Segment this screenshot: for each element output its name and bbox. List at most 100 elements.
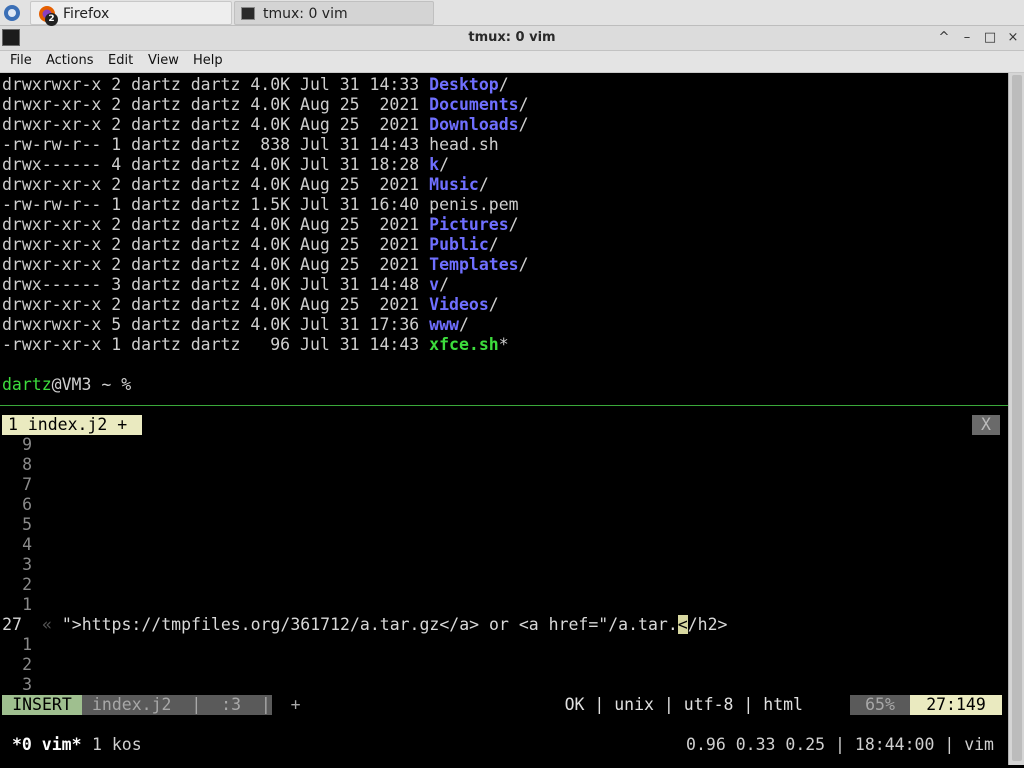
- listing-row-meta: drwxrwxr-x 2 dartz dartz 4.0K Jul 31 14:…: [2, 75, 430, 94]
- vim-scroll-percent: 65%: [850, 695, 910, 715]
- prompt-host-path: @VM3 ~ %: [51, 375, 132, 394]
- vim-file-format: OK | unix | utf-8 | html: [564, 695, 803, 714]
- listing-row-suffix: /: [439, 155, 450, 174]
- wrap-marker: «: [42, 615, 52, 634]
- listing-row-name: Documents: [429, 95, 519, 114]
- listing-row-meta: drwxr-xr-x 2 dartz dartz 4.0K Aug 25 202…: [2, 295, 430, 314]
- listing-row-name: v: [429, 275, 440, 294]
- listing-row: drwxr-xr-x 2 dartz dartz 4.0K Aug 25 202…: [2, 215, 519, 235]
- listing-row-meta: drwxr-xr-x 2 dartz dartz 4.0K Aug 25 202…: [2, 235, 430, 254]
- tmux-pane-divider[interactable]: [0, 405, 1008, 406]
- menu-actions[interactable]: Actions: [46, 53, 94, 68]
- window-titlebar[interactable]: tmux: 0 vim ^ – □ ×: [0, 26, 1024, 51]
- tmux-window-other[interactable]: 1 kos: [92, 735, 142, 755]
- listing-row-meta: drwx------ 3 dartz dartz 4.0K Jul 31 14:…: [2, 275, 430, 294]
- terminal-area[interactable]: drwxrwxr-x 2 dartz dartz 4.0K Jul 31 14:…: [0, 73, 1008, 765]
- listing-row: drwxrwxr-x 2 dartz dartz 4.0K Jul 31 14:…: [2, 75, 509, 95]
- vim-mode-indicator: INSERT: [2, 695, 82, 715]
- scrollbar-thumb[interactable]: [1012, 75, 1022, 761]
- vim-tab-close[interactable]: X: [972, 415, 1000, 435]
- vim-line-number: 1: [22, 595, 32, 614]
- menubar: File Actions Edit View Help: [0, 51, 1024, 73]
- vim-tab-index[interactable]: 1 index.j2 +: [2, 415, 142, 435]
- listing-row: drwx------ 4 dartz dartz 4.0K Jul 31 18:…: [2, 155, 449, 175]
- listing-row-suffix: /: [478, 175, 489, 194]
- listing-row-meta: drwxr-xr-x 2 dartz dartz 4.0K Aug 25 202…: [2, 215, 430, 234]
- taskbar-item-tmux[interactable]: tmux: 0 vim: [234, 1, 434, 25]
- listing-row-meta: -rw-rw-r-- 1 dartz dartz 1.5K Jul 31 16:…: [2, 195, 430, 214]
- listing-row-suffix: /: [518, 95, 529, 114]
- vim-line-number: 3: [22, 555, 32, 574]
- listing-row-name: Videos: [429, 295, 489, 314]
- listing-row-suffix: /: [498, 75, 509, 94]
- window-title: tmux: 0 vim: [468, 30, 556, 45]
- close-button[interactable]: ×: [1004, 29, 1022, 47]
- menu-help[interactable]: Help: [193, 53, 223, 68]
- vim-line-number: 5: [22, 515, 32, 534]
- listing-row-meta: -rw-rw-r-- 1 dartz dartz 838 Jul 31 14:4…: [2, 135, 430, 154]
- listing-row: drwxr-xr-x 2 dartz dartz 4.0K Aug 25 202…: [2, 295, 499, 315]
- listing-row: drwxr-xr-x 2 dartz dartz 4.0K Aug 25 202…: [2, 255, 529, 275]
- listing-row-name: Music: [429, 175, 479, 194]
- listing-row-name: Public: [429, 235, 489, 254]
- listing-row-name: Desktop: [429, 75, 499, 94]
- listing-row-name: Downloads: [429, 115, 519, 134]
- listing-row-suffix: /: [518, 115, 529, 134]
- listing-row-meta: drwxrwxr-x 5 dartz dartz 4.0K Jul 31 17:…: [2, 315, 430, 334]
- vim-line-number: 6: [22, 495, 32, 514]
- listing-row-suffix: /: [518, 255, 529, 274]
- listing-row: drwxr-xr-x 2 dartz dartz 4.0K Aug 25 202…: [2, 115, 529, 135]
- minimize-button[interactable]: –: [958, 29, 976, 47]
- code-after-cursor: /h2>: [687, 615, 728, 634]
- listing-row-suffix: /: [439, 275, 450, 294]
- code-before-cursor: ">https://tmpfiles.org/361712/a.tar.gz</…: [61, 615, 678, 634]
- taskbar-item-firefox[interactable]: 2 Firefox: [30, 1, 232, 26]
- terminal-scrollbar[interactable]: [1008, 73, 1024, 765]
- listing-row-name: Templates: [429, 255, 519, 274]
- listing-row-meta: drwx------ 4 dartz dartz 4.0K Jul 31 18:…: [2, 155, 430, 174]
- listing-row-meta: -rwxr-xr-x 1 dartz dartz 96 Jul 31 14:43: [2, 335, 430, 354]
- listing-row-name: head.sh: [429, 135, 499, 154]
- listing-row: drwxrwxr-x 5 dartz dartz 4.0K Jul 31 17:…: [2, 315, 469, 335]
- listing-row-meta: drwxr-xr-x 2 dartz dartz 4.0K Aug 25 202…: [2, 95, 430, 114]
- terminal-icon: [241, 7, 255, 20]
- vim-line-number: 2: [22, 575, 32, 594]
- maximize-button[interactable]: □: [981, 29, 999, 47]
- listing-row-suffix: *: [498, 335, 509, 354]
- vim-tabline: 1 index.j2 + X: [0, 415, 1008, 435]
- listing-row: -rwxr-xr-x 1 dartz dartz 96 Jul 31 14:43…: [2, 335, 509, 355]
- vim-current-line[interactable]: « ">https://tmpfiles.org/361712/a.tar.gz…: [42, 615, 727, 635]
- listing-row-meta: drwxr-xr-x 2 dartz dartz 4.0K Aug 25 202…: [2, 115, 430, 134]
- menu-file[interactable]: File: [10, 53, 32, 68]
- tmux-window-active[interactable]: *0 vim*: [12, 735, 82, 755]
- listing-row-meta: drwxr-xr-x 2 dartz dartz 4.0K Aug 25 202…: [2, 175, 430, 194]
- listing-row: drwx------ 3 dartz dartz 4.0K Jul 31 14:…: [2, 275, 449, 295]
- vim-file-info: index.j2 | :3 | +: [82, 695, 301, 715]
- shade-button[interactable]: ^: [935, 29, 953, 47]
- prompt-user: dartz: [2, 375, 52, 394]
- tmux-statusbar: *0 vim* 1 kos 0.96 0.33 0.25 | 18:44:00 …: [0, 735, 1008, 755]
- listing-row-name: penis.pem: [429, 195, 519, 214]
- menu-view[interactable]: View: [148, 53, 179, 68]
- listing-row-name: Pictures: [429, 215, 509, 234]
- vim-line-number: 8: [22, 455, 32, 474]
- listing-row: drwxr-xr-x 2 dartz dartz 4.0K Aug 25 202…: [2, 95, 529, 115]
- listing-row: drwxr-xr-x 2 dartz dartz 4.0K Aug 25 202…: [2, 175, 489, 195]
- tmux-status-right: 0.96 0.33 0.25 | 18:44:00 | vim: [686, 735, 994, 754]
- listing-row-name: k: [429, 155, 440, 174]
- vim-line-number: 7: [22, 475, 32, 494]
- listing-row-suffix: /: [458, 315, 469, 334]
- menu-edit[interactable]: Edit: [108, 53, 133, 68]
- listing-row-meta: drwxr-xr-x 2 dartz dartz 4.0K Aug 25 202…: [2, 255, 430, 274]
- taskbar-item-label: tmux: 0 vim: [263, 6, 348, 22]
- applications-menu-icon[interactable]: [3, 4, 21, 22]
- vim-line-number: 2: [22, 655, 32, 674]
- vim-line-number: 4: [22, 535, 32, 554]
- listing-row-name: www: [429, 315, 459, 334]
- vim-line-number: 3: [22, 675, 32, 694]
- taskbar: 2 Firefox tmux: 0 vim: [0, 0, 1024, 26]
- taskbar-item-label: Firefox: [63, 6, 110, 22]
- listing-row-suffix: /: [488, 295, 499, 314]
- listing-row: drwxr-xr-x 2 dartz dartz 4.0K Aug 25 202…: [2, 235, 499, 255]
- listing-row: -rw-rw-r-- 1 dartz dartz 1.5K Jul 31 16:…: [2, 195, 519, 215]
